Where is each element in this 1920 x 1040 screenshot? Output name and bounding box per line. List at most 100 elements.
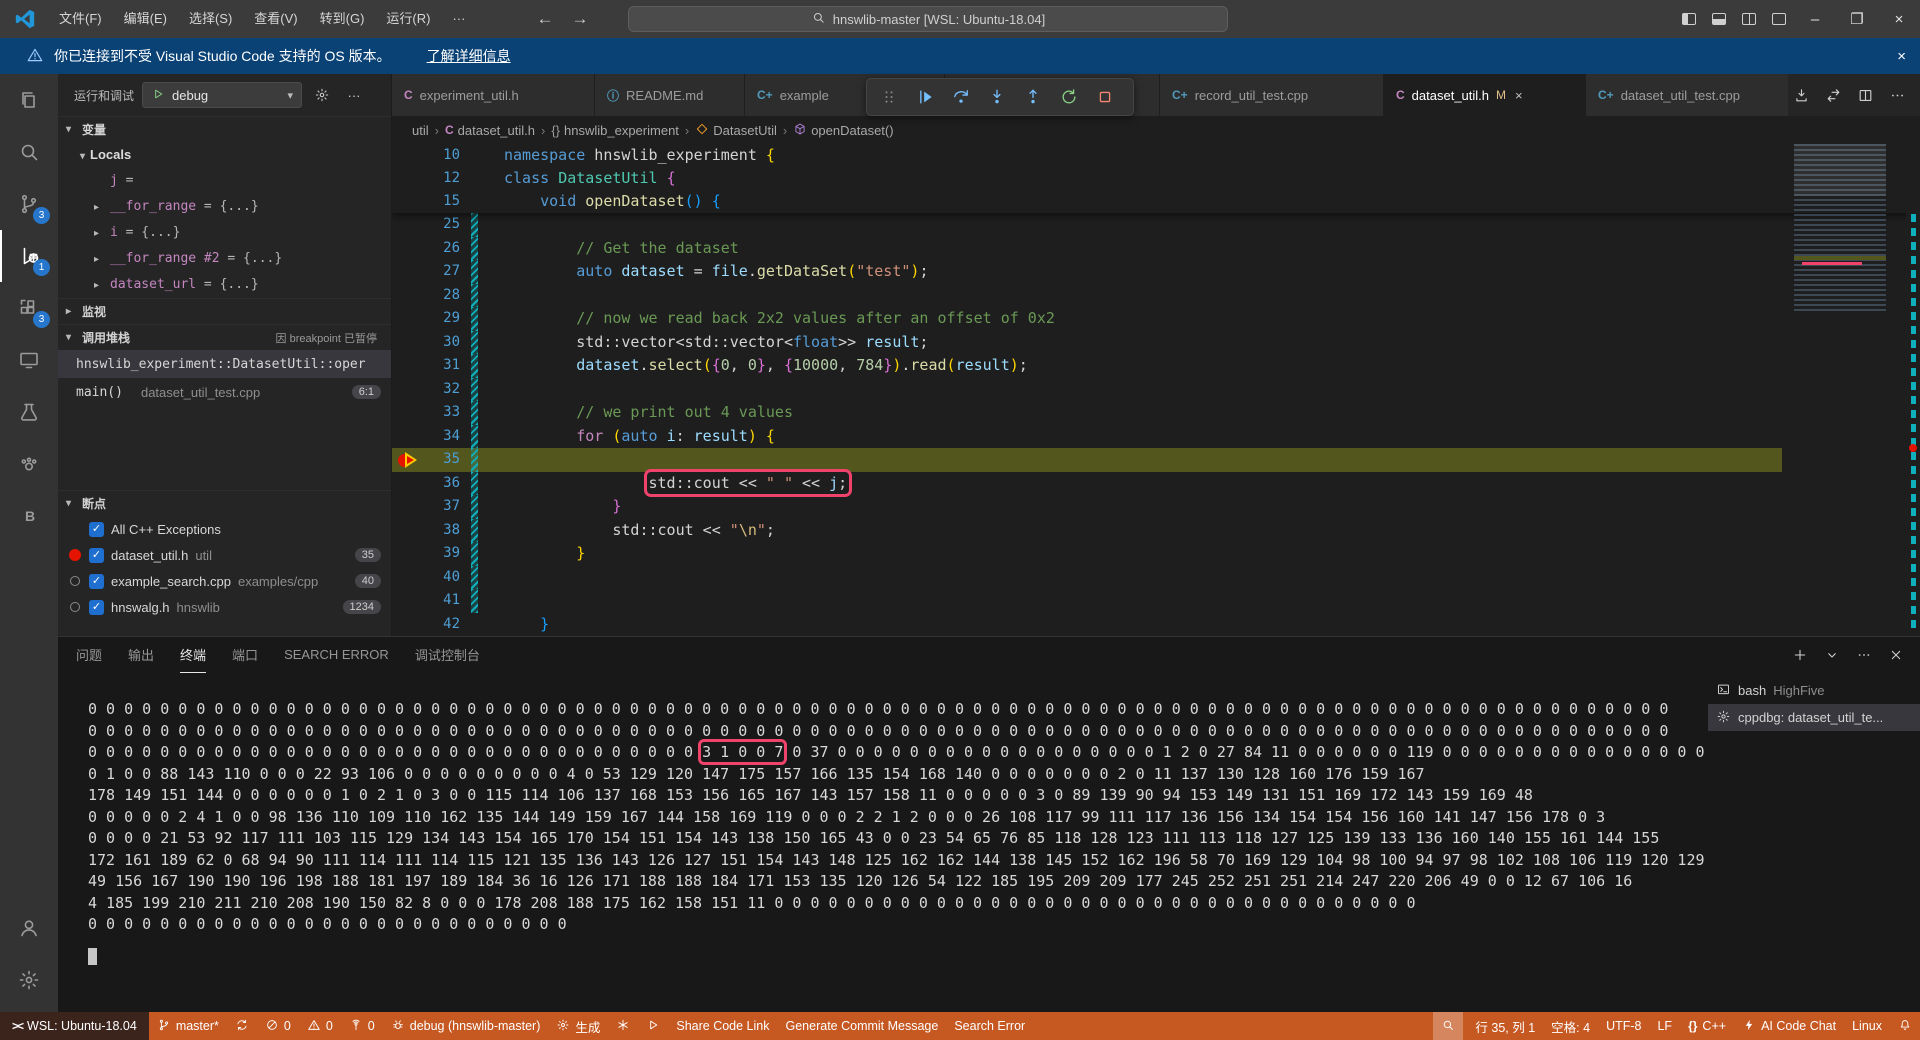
status-broadcast-icon[interactable]: 0 [341, 1012, 383, 1040]
code-line[interactable]: 29 // now we read back 2x2 values after … [392, 307, 1920, 331]
gutter[interactable]: 12 [392, 167, 504, 190]
gutter[interactable]: 36 [392, 472, 504, 496]
gutter[interactable]: 35 [392, 448, 504, 472]
plus-icon[interactable] [1788, 643, 1812, 667]
activity-letter-b-icon[interactable]: B [0, 490, 58, 542]
activity-testing-icon[interactable] [0, 386, 58, 438]
more-actions-icon[interactable] [1852, 643, 1876, 667]
gutter[interactable]: 39 [392, 542, 504, 566]
code-line[interactable]: 28 [392, 284, 1920, 308]
tab-dataset-util-test-cpp[interactable]: C+dataset_util_test.cpp [1586, 74, 1800, 116]
menu-item[interactable]: 选择(S) [178, 11, 243, 26]
breadcrumb-item[interactable]: DatasetUtil [695, 122, 777, 139]
forward-button[interactable]: → [571, 9, 588, 29]
restore-button[interactable]: ❐ [1836, 0, 1878, 38]
gutter[interactable]: 28 [392, 284, 504, 308]
minimize-button[interactable]: – [1794, 0, 1836, 38]
code-line[interactable]: 34 for (auto i: result) { [392, 425, 1920, 449]
gutter[interactable]: 29 [392, 307, 504, 331]
stop-icon[interactable] [1089, 82, 1121, 112]
close-tab-icon[interactable]: × [1515, 88, 1523, 103]
minimap[interactable] [1794, 144, 1886, 314]
close-window-button[interactable]: × [1878, 0, 1920, 38]
restart-icon[interactable] [1053, 82, 1085, 112]
toggle-panel-icon[interactable] [1704, 0, 1734, 38]
status-bell-icon[interactable] [1890, 1012, 1920, 1040]
activity-source-control-icon[interactable]: 3 [0, 178, 58, 230]
code-line[interactable]: 41 [392, 589, 1920, 613]
code-line[interactable]: 39 } [392, 542, 1920, 566]
code-editor[interactable]: 10namespace hnswlib_experiment {12class … [392, 144, 1920, 636]
breadcrumb-item[interactable]: Cdataset_util.h [445, 123, 535, 138]
grip-icon[interactable] [873, 82, 905, 112]
gutter[interactable]: 34 [392, 425, 504, 449]
code-line[interactable]: 26 // Get the dataset [392, 237, 1920, 261]
status-linux[interactable]: Linux [1844, 1012, 1890, 1040]
code-line[interactable]: 40 [392, 566, 1920, 590]
status-error-icon[interactable]: 0 [257, 1012, 299, 1040]
debug-config-dropdown[interactable]: debug ▾ [142, 82, 302, 108]
sidebar-more-actions-icon[interactable]: ··· [342, 83, 366, 107]
code-line[interactable]: 12class DatasetUtil { [392, 167, 1920, 190]
gutter[interactable]: 40 [392, 566, 504, 590]
status-braces-icon[interactable]: {}C++ [1680, 1012, 1734, 1040]
gutter[interactable]: 15 [392, 190, 504, 213]
status-share-code-link[interactable]: Share Code Link [668, 1012, 777, 1040]
code-line[interactable]: 35 for (auto j: i) { [392, 448, 1920, 472]
activity-settings-gear-icon[interactable] [0, 954, 58, 1006]
code-line[interactable]: 33 // we print out 4 values [392, 401, 1920, 425]
code-line[interactable]: 37 } [392, 495, 1920, 519]
variable-row[interactable]: j = [58, 168, 391, 194]
variable-row[interactable]: ▸i = {...} [58, 220, 391, 246]
tab-experiment-util-h[interactable]: Cexperiment_util.h [392, 74, 595, 116]
menu-item[interactable]: 运行(R) [375, 11, 441, 26]
activity-files-icon[interactable] [0, 74, 58, 126]
status--35-1[interactable]: 行 35, 列 1 [1467, 1012, 1543, 1040]
variable-row[interactable]: ▸__for_range = {...} [58, 194, 391, 220]
gutter[interactable]: 27 [392, 260, 504, 284]
back-button[interactable]: ← [536, 9, 553, 29]
breakpoint-checkbox[interactable]: ✓ [89, 548, 104, 563]
panel-tab-终端[interactable]: 终端 [180, 637, 206, 673]
code-line[interactable]: 25 [392, 213, 1920, 237]
code-line[interactable]: 27 auto dataset = file.getDataSet("test"… [392, 260, 1920, 284]
step-over-icon[interactable] [945, 82, 977, 112]
gutter[interactable]: 41 [392, 589, 504, 613]
breakpoint-row[interactable]: ✓example_search.cppexamples/cpp40 [58, 568, 391, 594]
step-into-icon[interactable] [981, 82, 1013, 112]
gutter[interactable]: 31 [392, 354, 504, 378]
gutter[interactable]: 42 [392, 613, 504, 637]
toggle-secondary-sidebar-icon[interactable] [1734, 0, 1764, 38]
activity-paw-icon[interactable] [0, 438, 58, 490]
activity-run-debug-icon[interactable]: 1 [0, 230, 58, 282]
section-variables[interactable]: ▾变量 [58, 116, 391, 142]
menu-item[interactable]: 编辑(E) [113, 11, 178, 26]
breadcrumb-item[interactable]: {}hnswlib_experiment [551, 123, 679, 138]
continue-icon[interactable] [909, 82, 941, 112]
section-watch[interactable]: ▸监视 [58, 298, 391, 324]
panel-tab-问题[interactable]: 问题 [76, 637, 102, 673]
status-search-error[interactable]: Search Error [946, 1012, 1033, 1040]
activity-search-icon[interactable] [0, 126, 58, 178]
terminal-list-item[interactable]: bashHighFive [1708, 677, 1920, 704]
close-icon[interactable] [1884, 643, 1908, 667]
gutter[interactable]: 26 [392, 237, 504, 261]
gutter[interactable]: 37 [392, 495, 504, 519]
more-actions-icon[interactable] [1884, 82, 1910, 108]
run-below-icon[interactable] [1788, 82, 1814, 108]
section-breakpoints[interactable]: ▾断点 [58, 490, 391, 516]
menu-item[interactable]: 转到(G) [309, 11, 376, 26]
tab-dataset-util-h[interactable]: Cdataset_util.hM× [1384, 74, 1586, 116]
status-sync-icon[interactable] [227, 1012, 257, 1040]
status--4[interactable]: 空格: 4 [1543, 1012, 1598, 1040]
gutter[interactable]: 30 [392, 331, 504, 355]
status-asterisk-icon[interactable] [608, 1012, 638, 1040]
debug-settings-gear-icon[interactable] [310, 83, 334, 107]
code-line[interactable]: 31 dataset.select({0, 0}, {10000, 784}).… [392, 354, 1920, 378]
breakpoint-row[interactable]: ✓All C++ Exceptions [58, 516, 391, 542]
terminal-list-item[interactable]: cppdbg: dataset_util_te... [1708, 704, 1920, 731]
breakpoint-checkbox[interactable]: ✓ [89, 600, 104, 615]
menu-item[interactable]: 查看(V) [243, 11, 308, 26]
code-line[interactable]: 42 } [392, 613, 1920, 637]
step-out-icon[interactable] [1017, 82, 1049, 112]
